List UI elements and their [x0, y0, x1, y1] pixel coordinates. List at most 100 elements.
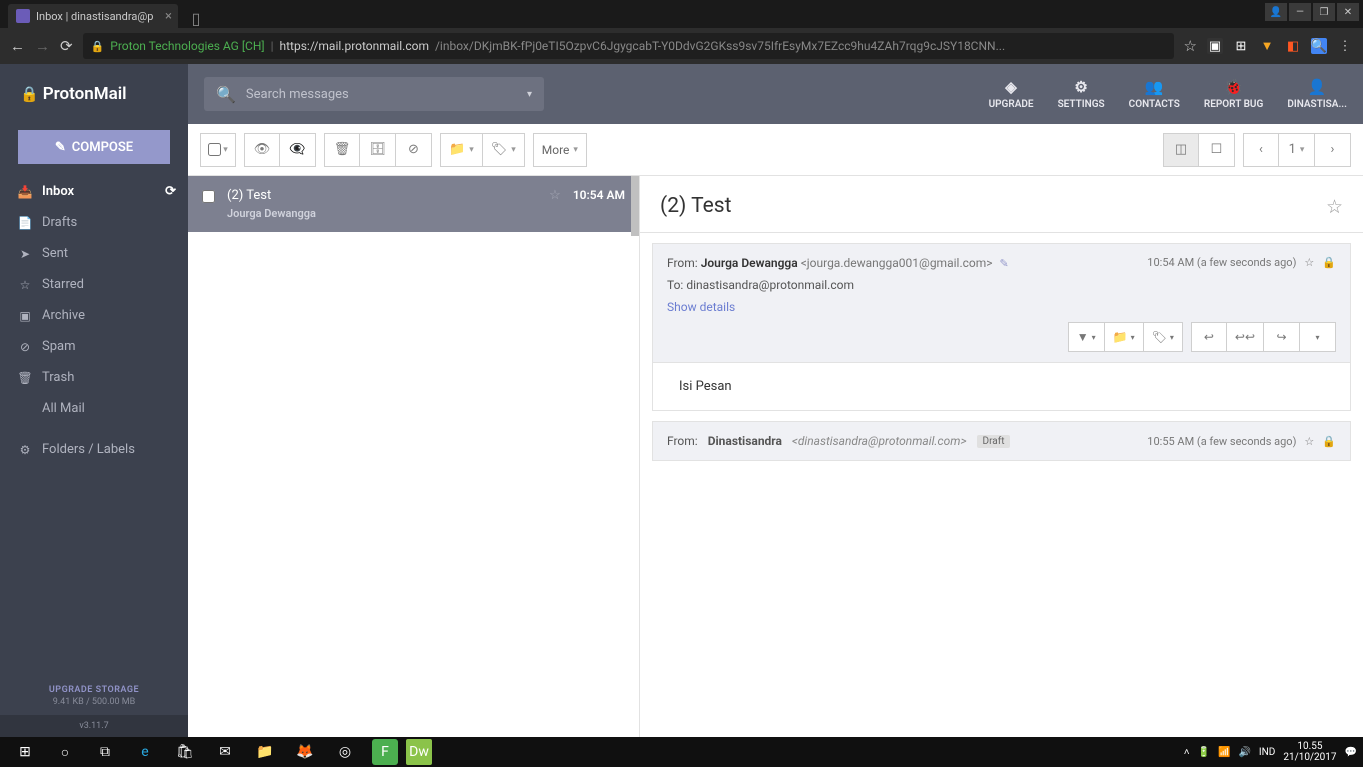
draft-row[interactable]: From: Dinastisandra <dinastisandra@proto… [652, 421, 1351, 461]
star-icon[interactable]: ☆ [1326, 195, 1343, 218]
page-indicator[interactable]: 1▾ [1279, 133, 1315, 167]
bookmark-icon[interactable]: ☆ [1184, 37, 1197, 55]
sidebar-item-allmail[interactable]: All Mail [0, 393, 188, 424]
moveto-button[interactable]: 📁▾ [1105, 322, 1144, 352]
search-input[interactable] [246, 87, 517, 102]
message-subject: (2) Test [227, 188, 537, 203]
notifications-icon[interactable]: 💬 [1345, 747, 1357, 758]
tab-favicon [16, 9, 30, 23]
explorer-icon[interactable]: 📁 [246, 737, 284, 767]
tray-clock[interactable]: 10.55 21/10/2017 [1283, 741, 1336, 763]
minimize-icon[interactable]: — [1289, 3, 1311, 21]
ext-icon[interactable]: ▼ [1259, 38, 1275, 54]
user-menu[interactable]: 👤DINASTISA... [1287, 78, 1347, 110]
select-all-checkbox[interactable]: ▾ [200, 133, 236, 167]
mark-read-button[interactable]: 👁 [244, 133, 280, 167]
scrollbar-thumb[interactable] [631, 176, 639, 236]
sidebar-item-spam[interactable]: ⊘ Spam [0, 331, 188, 362]
sidebar-item-drafts[interactable]: 📄 Drafts [0, 207, 188, 238]
compose-button[interactable]: ✎ COMPOSE [18, 130, 170, 164]
battery-icon[interactable]: 🔋 [1198, 747, 1210, 758]
volume-icon[interactable]: 🔊 [1238, 747, 1250, 758]
language-indicator[interactable]: IND [1259, 747, 1275, 758]
sidebar-item-starred[interactable]: ☆ Starred [0, 269, 188, 300]
to-address: dinastisandra@protonmail.com [686, 278, 854, 292]
layout-column-button[interactable]: ◫ [1163, 133, 1199, 167]
back-icon[interactable]: ← [10, 37, 25, 55]
sidebar-item-sent[interactable]: ➤ Sent [0, 238, 188, 269]
tag-icon: 🏷 [491, 142, 508, 157]
contacts-icon: 👥 [1145, 78, 1164, 96]
more-actions-button[interactable]: ▾ [1300, 322, 1336, 352]
close-window-icon[interactable]: ✕ [1337, 3, 1359, 21]
sidebar-item-trash[interactable]: 🗑 Trash [0, 362, 188, 393]
lock-icon: 🔒 [20, 85, 39, 103]
message-time: 10:54 AM [573, 188, 625, 220]
refresh-icon[interactable]: ⟳ [165, 184, 176, 199]
message-list: (2) Test Jourga Dewangga ☆ 10:54 AM [188, 176, 640, 737]
message-row[interactable]: (2) Test Jourga Dewangga ☆ 10:54 AM [188, 176, 639, 232]
upgrade-button[interactable]: ◈UPGRADE [989, 78, 1034, 110]
star-icon[interactable]: ☆ [1304, 256, 1314, 269]
more-button[interactable]: More▾ [533, 133, 587, 167]
sidebar-item-archive[interactable]: ▣ Archive [0, 300, 188, 331]
next-page-button[interactable]: › [1315, 133, 1351, 167]
message-header: 10:54 AM (a few seconds ago) ☆ 🔒 From: J… [652, 243, 1351, 363]
star-icon[interactable]: ☆ [549, 188, 561, 220]
wifi-icon[interactable]: 📶 [1218, 747, 1230, 758]
edge-icon[interactable]: e [126, 737, 164, 767]
tray-chevron-icon[interactable]: ˄ [1184, 747, 1190, 758]
report-bug-button[interactable]: 🐞REPORT BUG [1204, 78, 1263, 110]
spam-button[interactable]: ⊘ [396, 133, 432, 167]
store-icon[interactable]: 🛍 [166, 737, 204, 767]
maximize-icon[interactable]: ❐ [1313, 3, 1335, 21]
filter-button[interactable]: ▼▾ [1068, 322, 1105, 352]
search-box[interactable]: 🔍 ▾ [204, 77, 544, 111]
ext-icon[interactable]: 🔍 [1311, 38, 1327, 54]
pencil-icon[interactable]: ✎ [1000, 257, 1009, 270]
mail-icon[interactable]: ✉ [206, 737, 244, 767]
tab-title: Inbox | dinastisandra@p [36, 10, 153, 23]
layout-row-button[interactable]: ☐ [1199, 133, 1235, 167]
menu-icon[interactable]: ⋮ [1337, 38, 1353, 54]
user-icon[interactable]: 👤 [1265, 3, 1287, 21]
topbar: 🔍 ▾ ◈UPGRADE ⚙SETTINGS 👥CONTACTS 🐞REPORT… [188, 64, 1363, 124]
start-button[interactable]: ⊞ [6, 737, 44, 767]
mark-unread-button[interactable]: 👁‍🗨 [280, 133, 316, 167]
moveto-button[interactable]: 📁▾ [440, 133, 483, 167]
address-bar[interactable]: 🔒 Proton Technologies AG [CH] | https://… [83, 33, 1174, 59]
reply-button[interactable]: ↩ [1191, 322, 1227, 352]
settings-button[interactable]: ⚙SETTINGS [1058, 78, 1105, 110]
brand-logo[interactable]: 🔒 ProtonMail [0, 64, 188, 124]
sidebar-item-inbox[interactable]: 📥 Inbox ⟳ [0, 176, 188, 207]
reply-all-button[interactable]: ↩↩ [1227, 322, 1264, 352]
delete-button[interactable]: 🗑 [324, 133, 360, 167]
archive-button[interactable]: 🗄 [360, 133, 396, 167]
ext-icon[interactable]: ◧ [1285, 38, 1301, 54]
browser-tab[interactable]: Inbox | dinastisandra@p × [8, 4, 178, 28]
star-icon[interactable]: ☆ [1304, 435, 1314, 448]
app-icon[interactable]: F [372, 739, 398, 765]
taskview-icon[interactable]: ⧉ [86, 737, 124, 767]
new-tab-button[interactable]: ▯ [184, 8, 208, 28]
contacts-button[interactable]: 👥CONTACTS [1129, 78, 1180, 110]
lock-icon: 🔒 [91, 40, 105, 53]
reload-icon[interactable]: ⟳ [60, 37, 73, 55]
label-button[interactable]: 🏷▾ [1144, 322, 1183, 352]
close-icon[interactable]: × [165, 9, 172, 24]
label-button[interactable]: 🏷▾ [483, 133, 525, 167]
show-details-link[interactable]: Show details [667, 300, 735, 314]
chevron-down-icon[interactable]: ▾ [527, 89, 532, 100]
prev-page-button[interactable]: ‹ [1243, 133, 1279, 167]
forward-button[interactable]: ↪ [1264, 322, 1300, 352]
upgrade-storage-link[interactable]: UPGRADE STORAGE [0, 685, 188, 695]
message-checkbox[interactable] [202, 190, 215, 203]
ext-icon[interactable]: ▣ [1207, 38, 1223, 54]
chrome-icon[interactable]: ◎ [326, 737, 364, 767]
cortana-icon[interactable]: ○ [46, 737, 84, 767]
dreamweaver-icon[interactable]: Dw [406, 739, 432, 765]
sidebar-item-folders[interactable]: ⚙ Folders / Labels [0, 434, 188, 465]
url-path: /inbox/DKjmBK-fPj0eTI5OzpvC6JgygcabT-Y0D… [435, 39, 1005, 53]
ext-icon[interactable]: ⊞ [1233, 38, 1249, 54]
firefox-icon[interactable]: 🦊 [286, 737, 324, 767]
